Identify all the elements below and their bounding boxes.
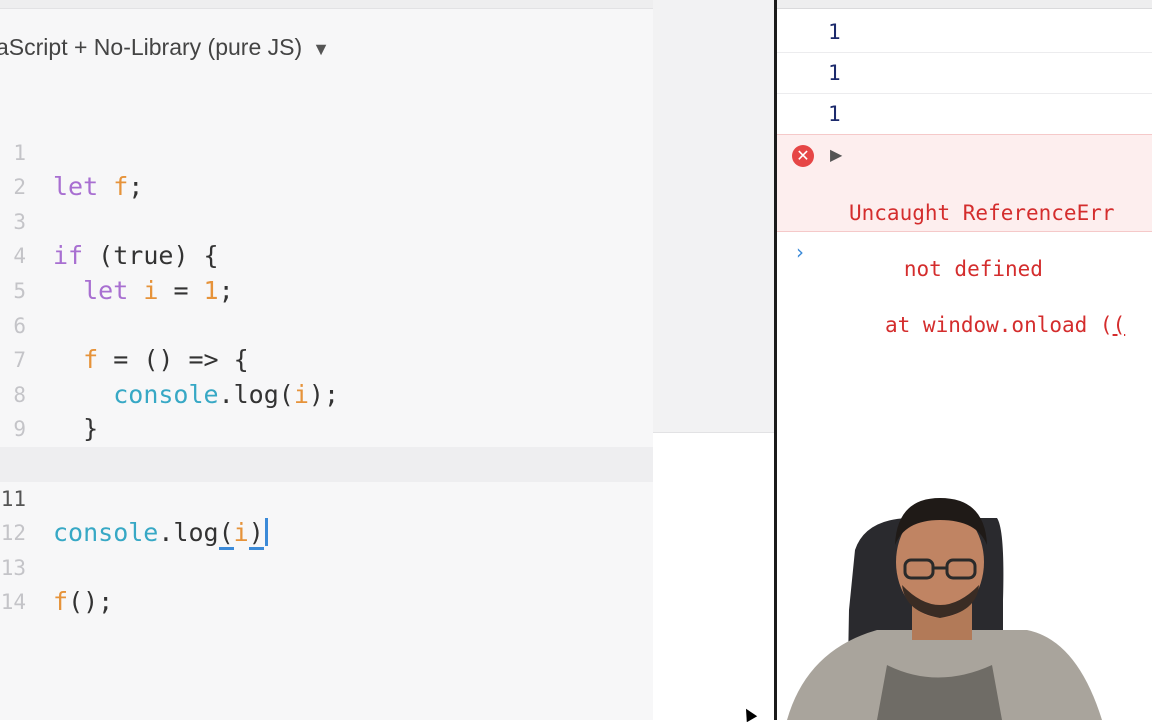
log-value: 1: [828, 20, 841, 44]
code-line[interactable]: 4 let i = 1;: [0, 205, 653, 305]
code-line[interactable]: 14: [0, 551, 653, 614]
console-error-row[interactable]: ✕ ▶ Uncaught ReferenceErr not defined at…: [777, 134, 1152, 337]
code-line[interactable]: 10: [0, 412, 653, 476]
console-prompt-icon[interactable]: ›: [796, 240, 804, 264]
code-editor[interactable]: aScript + No-Library (pure JS) ▼ 1 let f;…: [0, 0, 653, 720]
dropdown-caret-icon: ▼: [312, 39, 330, 59]
console-log-row: 1: [777, 94, 1152, 134]
console-log-row: 1: [777, 53, 1152, 94]
preview-gap: [653, 0, 775, 720]
error-line-1: Uncaught ReferenceErr: [849, 201, 1115, 225]
code-line[interactable]: 5: [0, 239, 653, 303]
console-log-row: 1: [777, 12, 1152, 53]
console-toolbar-edge: [777, 0, 1152, 9]
code-area[interactable]: 1 let f; 2 3 if (true) { 4 let i = 1; 5 …: [0, 101, 653, 617]
line-number: 14: [0, 590, 26, 615]
code-line[interactable]: 13 f();: [0, 516, 653, 617]
editor-toolbar-edge: [0, 0, 653, 9]
stack-frame-text: at window.onload (: [885, 313, 1113, 337]
error-circle-icon: ✕: [792, 145, 814, 167]
code-line[interactable]: 6 f = () => {: [0, 274, 653, 375]
code-line[interactable]: 2: [0, 136, 653, 199]
code-line-active[interactable]: 11 console.log(i): [0, 446, 653, 551]
webcam-overlay: [777, 490, 1152, 720]
log-value: 1: [828, 61, 841, 85]
code-line[interactable]: 12: [0, 482, 653, 545]
code-line[interactable]: 9 }: [0, 378, 653, 478]
code-line[interactable]: 1 let f;: [0, 101, 653, 202]
error-line-3: at window.onload ((: [828, 311, 1125, 339]
language-label: aScript + No-Library (pure JS): [0, 34, 303, 60]
language-selector[interactable]: aScript + No-Library (pure JS) ▼: [0, 34, 330, 61]
code-line[interactable]: 8 }: [0, 343, 653, 444]
log-value: 1: [828, 102, 841, 126]
code-line[interactable]: 3 if (true) {: [0, 170, 653, 271]
preview-panel: [653, 0, 775, 433]
presenter-photo: [777, 490, 1152, 720]
code-line[interactable]: 7 console.log(i);: [0, 309, 653, 409]
source-link[interactable]: (: [1113, 313, 1126, 337]
error-message: Uncaught ReferenceErr not defined at win…: [828, 143, 1125, 395]
error-line-2: not defined: [903, 257, 1043, 281]
